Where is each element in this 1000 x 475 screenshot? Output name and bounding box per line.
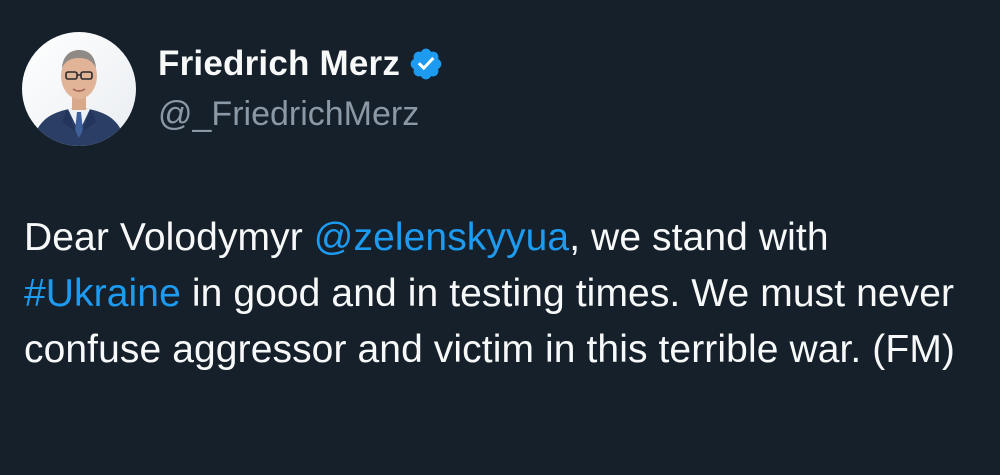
- tweet-header: Friedrich Merz @_FriedrichMerz: [22, 32, 444, 146]
- author-info: Friedrich Merz @_FriedrichMerz: [158, 41, 444, 137]
- mention-link[interactable]: @zelenskyyua: [314, 216, 569, 259]
- tweet-text-segment: Dear Volodymyr: [24, 216, 314, 259]
- hashtag-link[interactable]: #Ukraine: [24, 272, 181, 315]
- tweet-text: Dear Volodymyr @zelenskyyua, we stand wi…: [24, 210, 974, 378]
- author-avatar[interactable]: [22, 32, 136, 146]
- author-handle[interactable]: @_FriedrichMerz: [158, 91, 444, 137]
- tweet-text-segment: , we stand with: [569, 216, 829, 259]
- author-display-name[interactable]: Friedrich Merz: [158, 41, 400, 87]
- author-name-line: Friedrich Merz: [158, 41, 444, 87]
- avatar-photo: [22, 32, 136, 146]
- verified-badge-icon: [408, 46, 444, 82]
- tweet-card: Friedrich Merz @_FriedrichMerz Dear Volo…: [0, 0, 1000, 475]
